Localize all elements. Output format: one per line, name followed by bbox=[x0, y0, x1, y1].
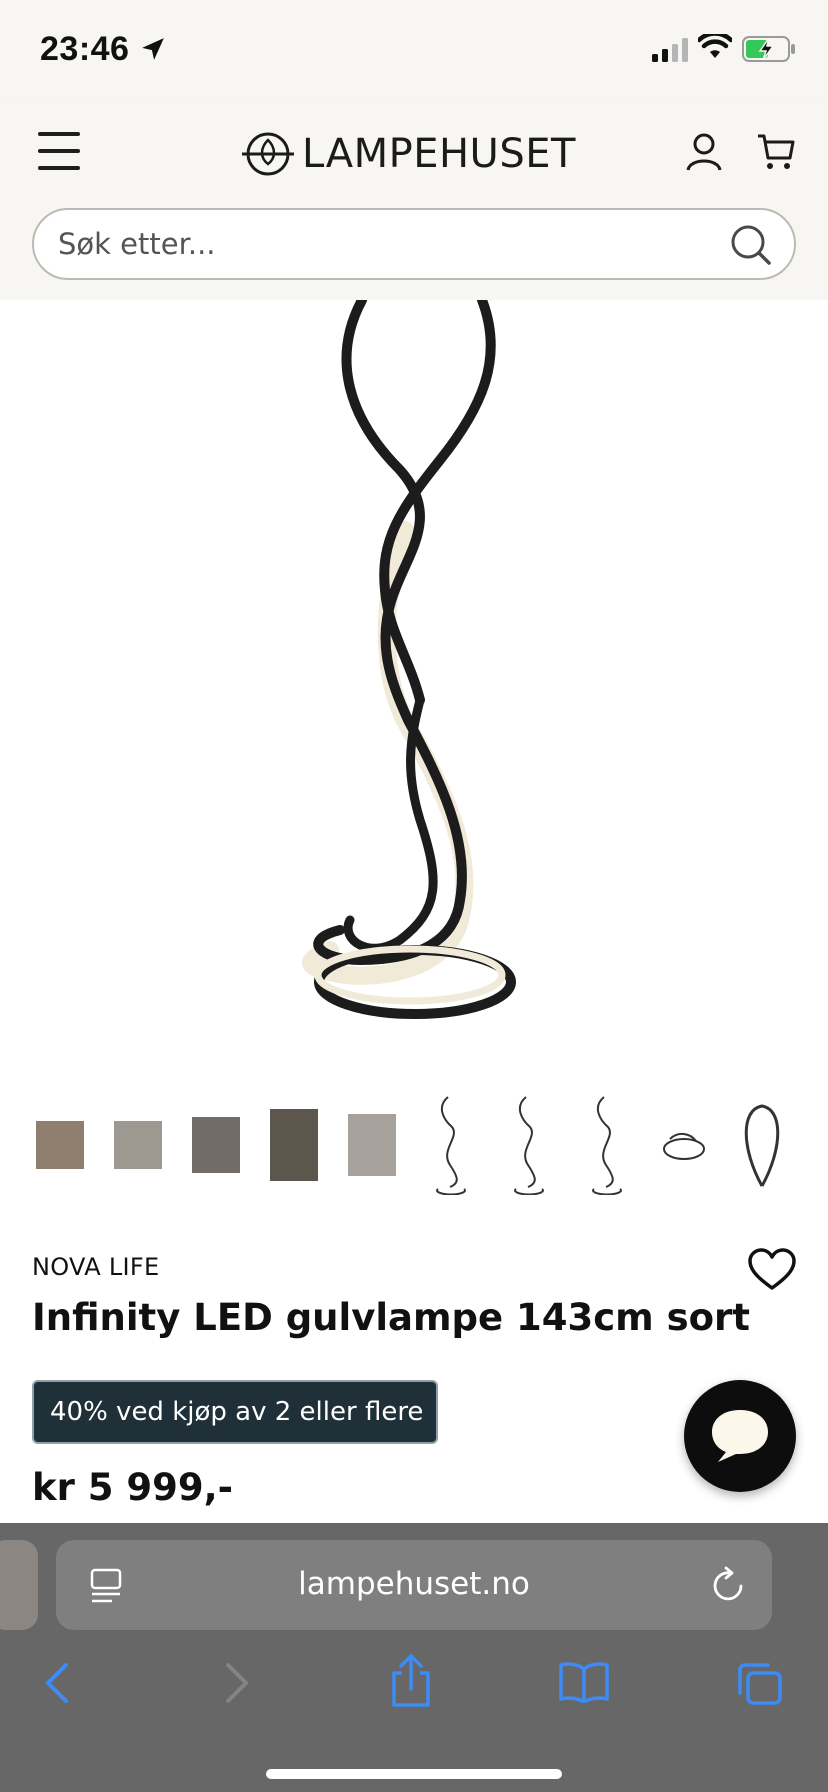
menu-icon[interactable] bbox=[38, 132, 82, 172]
floor-lamp-image bbox=[302, 300, 516, 1019]
product-title: Infinity LED gulvlampe 143cm sort bbox=[32, 1296, 750, 1339]
chat-button[interactable] bbox=[684, 1380, 796, 1492]
chat-bubble-icon bbox=[712, 1410, 768, 1462]
search-input[interactable] bbox=[58, 210, 698, 278]
lamp-thumb-icon bbox=[663, 1133, 705, 1160]
wifi-icon bbox=[698, 34, 732, 58]
location-arrow-icon bbox=[142, 38, 164, 60]
status-time: 23:46 bbox=[40, 30, 130, 68]
thumbnail[interactable] bbox=[186, 1090, 246, 1200]
thumbnail-strip bbox=[30, 1090, 810, 1200]
promo-badge: 40% ved kjøp av 2 eller flere bbox=[32, 1380, 438, 1444]
battery-charging-icon bbox=[742, 36, 795, 62]
reload-icon[interactable] bbox=[712, 1566, 746, 1604]
forward-icon[interactable] bbox=[222, 1661, 252, 1705]
logo-mark bbox=[242, 132, 294, 176]
thumbnail[interactable] bbox=[342, 1090, 402, 1200]
heart-icon[interactable] bbox=[748, 1248, 796, 1292]
thumbnail[interactable] bbox=[498, 1090, 558, 1200]
search-bar bbox=[32, 208, 796, 280]
thumbnail[interactable] bbox=[420, 1090, 480, 1200]
signal-icon bbox=[652, 38, 688, 62]
thumbnail[interactable] bbox=[654, 1090, 714, 1200]
address-bar[interactable]: lampehuset.no bbox=[56, 1540, 772, 1630]
thumbnail[interactable] bbox=[30, 1090, 90, 1200]
site-logo[interactable]: LAMPEHUSET bbox=[242, 126, 576, 182]
url-text: lampehuset.no bbox=[298, 1566, 530, 1602]
previous-tab[interactable] bbox=[0, 1540, 38, 1630]
tabs-icon[interactable] bbox=[736, 1661, 784, 1707]
product-price: kr 5 999,- bbox=[32, 1466, 234, 1509]
browser-toolbar bbox=[0, 1653, 828, 1733]
bookmarks-icon[interactable] bbox=[558, 1661, 610, 1703]
site-header: LAMPEHUSET bbox=[0, 100, 828, 300]
product-brand[interactable]: NOVA LIFE bbox=[32, 1253, 159, 1281]
lamp-thumb-icon bbox=[436, 1096, 466, 1195]
home-indicator bbox=[266, 1769, 562, 1779]
search-icon[interactable] bbox=[730, 224, 772, 266]
browser-chrome: lampehuset.no bbox=[0, 1523, 828, 1792]
share-icon[interactable] bbox=[388, 1653, 434, 1709]
thumbnail[interactable] bbox=[108, 1090, 168, 1200]
status-bar: 23:46 bbox=[0, 0, 828, 100]
cart-icon[interactable] bbox=[756, 132, 796, 172]
logo-text: LAMPEHUSET bbox=[302, 131, 576, 177]
thumbnail[interactable] bbox=[732, 1090, 792, 1200]
lamp-thumb-icon bbox=[744, 1104, 780, 1187]
lamp-thumb-icon bbox=[514, 1096, 544, 1195]
thumbnail[interactable] bbox=[576, 1090, 636, 1200]
lamp-thumb-icon bbox=[592, 1096, 622, 1195]
account-icon[interactable] bbox=[684, 132, 724, 172]
thumbnail[interactable] bbox=[264, 1090, 324, 1200]
back-icon[interactable] bbox=[42, 1661, 72, 1705]
product-main-image[interactable] bbox=[0, 300, 828, 1050]
